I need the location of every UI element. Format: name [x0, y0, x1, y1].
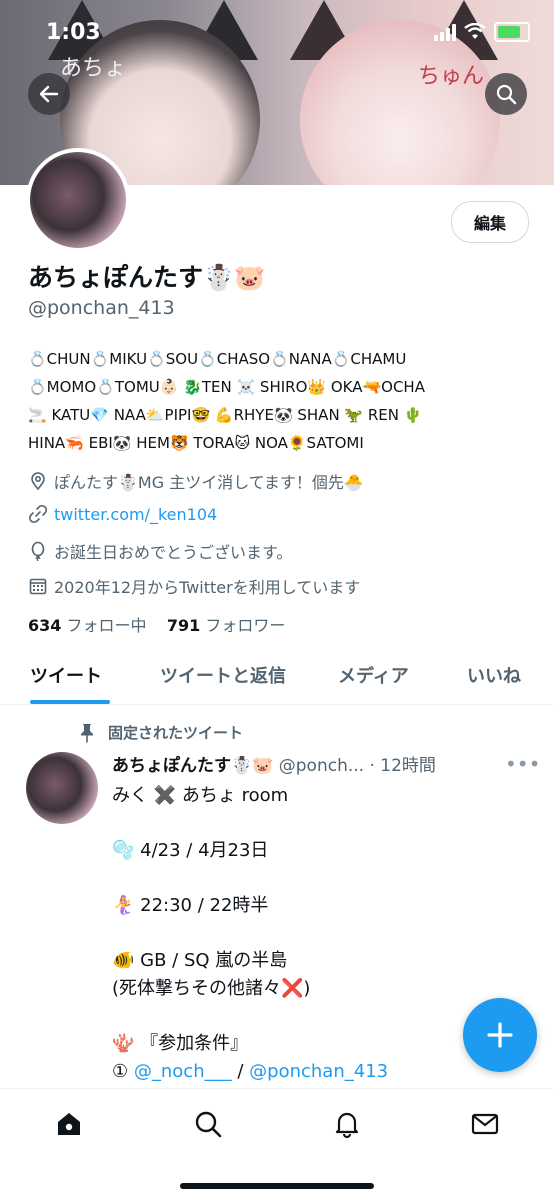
back-arrow-icon — [39, 85, 59, 103]
location-text: ぽんたす☃️MG 主ツイ消してます！個先🐣 — [54, 473, 364, 492]
bio-line: HINA🦐 EBI🐼 HEM🐯 TORA🐱 NOA🌻SATOMI — [28, 434, 364, 452]
mention-link[interactable]: @ponchan_413 — [249, 1061, 388, 1082]
nav-notifications[interactable] — [330, 1107, 364, 1141]
nav-explore[interactable] — [191, 1107, 225, 1141]
battery-icon — [494, 22, 530, 42]
followers-label: フォロワー — [205, 616, 286, 635]
following-label: フォロー中 — [66, 616, 147, 635]
tweet-line: (死体撃ちその他諸々❌) — [112, 978, 311, 999]
tab-likes[interactable]: いいね — [467, 662, 521, 688]
tweet-avatar[interactable] — [26, 752, 98, 824]
profile-url-link[interactable]: twitter.com/_ken104 — [54, 505, 217, 524]
nav-home[interactable] — [52, 1107, 86, 1141]
wifi-icon — [464, 23, 486, 39]
joined-text: 2020年12月からTwitterを利用しています — [54, 578, 361, 597]
status-icons — [434, 22, 530, 42]
tab-tweets-and-replies[interactable]: ツイートと返信 — [160, 662, 286, 688]
status-time: 1:03 — [46, 20, 101, 45]
profile-name: あちょぽんたす☃️🐷 — [28, 263, 266, 292]
pinned-label-row: 固定されたツイート — [78, 722, 243, 743]
more-options-icon[interactable]: ••• — [505, 752, 540, 776]
following-count: 634 — [28, 616, 62, 635]
status-bar: 1:03 — [0, 0, 554, 60]
tweet-author-name[interactable]: あちょぽんたす☃️🐷 — [112, 756, 273, 776]
profile-location: ぽんたす☃️MG 主ツイ消してます！個先🐣 — [28, 469, 364, 493]
home-icon — [58, 1113, 80, 1135]
compose-plus-icon — [487, 1022, 513, 1048]
profile-birthday: お誕生日おめでとうございます。 — [28, 539, 292, 563]
profile-tabs: ツイート ツイートと返信 メディア いいね — [0, 648, 554, 705]
tweet-line: 🫧 4/23 / 4月23日 — [112, 840, 269, 861]
followers-count: 791 — [166, 616, 201, 635]
follow-stats: 634 フォロー中 791 フォロワー — [28, 612, 285, 636]
profile-bio: 💍CHUN💍MIKU💍SOU💍CHASO💍NANA💍CHAMU 💍MOMO💍TO… — [28, 345, 528, 457]
tweet-line: みく ✖️ あちょ room — [112, 785, 289, 806]
profile-url-row[interactable]: twitter.com/_ken104 — [28, 504, 217, 524]
tweet-header: あちょぽんたす☃️🐷 @ponch... · 12時間 — [112, 751, 532, 776]
link-icon — [28, 504, 48, 524]
tweet-line: 🐠 GB / SQ 嵐の半島 — [112, 950, 288, 971]
separator: / — [237, 1061, 244, 1082]
compose-tweet-button[interactable] — [463, 998, 537, 1072]
edit-profile-button[interactable]: 編集 — [451, 201, 529, 243]
bell-icon — [335, 1112, 359, 1139]
bio-line: 💍MOMO💍TOMU👶🏻 🐉TEN ☠️ SHIRO👑 OKA🔫OCHA — [28, 378, 425, 396]
bio-line: 🚬 KATU💎 NAA⛅PIPI🤓 💪RHYE🐼 SHAN 🦖 REN 🌵 — [28, 406, 423, 424]
condition-number: ① — [112, 1061, 129, 1082]
pinned-label: 固定されたツイート — [108, 724, 244, 742]
pin-icon — [81, 723, 93, 742]
tab-media[interactable]: メディア — [338, 662, 409, 688]
following-link[interactable]: 634 フォロー中 — [28, 616, 147, 635]
search-button[interactable] — [485, 73, 527, 115]
search-icon — [195, 1111, 222, 1138]
nav-messages[interactable] — [468, 1107, 502, 1141]
signal-icon — [434, 23, 456, 41]
tweet-line: 🧜‍♀️ 22:30 / 22時半 — [112, 895, 269, 916]
active-tab-indicator — [30, 700, 110, 704]
location-icon — [31, 472, 45, 491]
tweet-author-handle[interactable]: @ponch... — [279, 756, 364, 776]
profile-handle: @ponchan_413 — [28, 297, 175, 319]
birthday-text: お誕生日おめでとうございます。 — [54, 543, 293, 562]
profile-joined: 2020年12月からTwitterを利用しています — [28, 574, 360, 598]
profile-avatar[interactable] — [26, 148, 130, 252]
followers-link[interactable]: 791 フォロワー — [167, 616, 286, 635]
home-indicator — [180, 1183, 374, 1189]
mention-link[interactable]: @_noch___ — [134, 1061, 232, 1082]
mail-icon — [471, 1113, 499, 1135]
calendar-icon — [29, 578, 47, 595]
banner-text-right: ちゅん — [418, 64, 485, 89]
tweet-time[interactable]: · 12時間 — [369, 756, 435, 776]
tweet-line: ① @_noch___ / @ponchan_413 — [112, 1058, 532, 1086]
back-button[interactable] — [28, 73, 70, 115]
search-icon — [496, 84, 517, 105]
balloon-icon — [31, 541, 45, 561]
tab-tweets[interactable]: ツイート — [30, 662, 102, 688]
bio-line: 💍CHUN💍MIKU💍SOU💍CHASO💍NANA💍CHAMU — [28, 350, 407, 368]
